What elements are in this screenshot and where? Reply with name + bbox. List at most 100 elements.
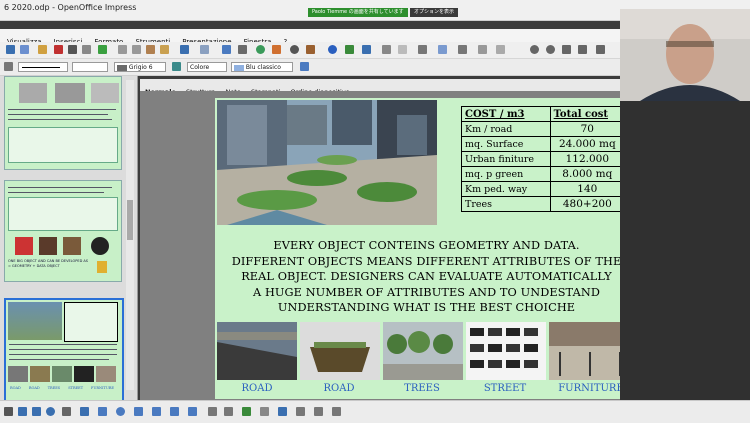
stars-icon[interactable] bbox=[188, 407, 197, 416]
help-icon[interactable] bbox=[328, 45, 337, 54]
notes-view-icon[interactable] bbox=[458, 45, 467, 54]
thumb-image bbox=[52, 366, 72, 382]
rotate-icon[interactable] bbox=[296, 407, 305, 416]
hyperlink-icon[interactable] bbox=[306, 45, 315, 54]
line-icon[interactable] bbox=[4, 62, 13, 71]
slide-icon[interactable] bbox=[382, 45, 391, 54]
thumb-text-line bbox=[8, 109, 116, 110]
area-fill-select[interactable]: Blu classico bbox=[231, 62, 293, 72]
undo-icon[interactable] bbox=[180, 45, 189, 54]
flowchart-icon[interactable] bbox=[152, 407, 161, 416]
slides-pane: ONE BIG OBJECT AND CAN BE DEVELOPED AS =… bbox=[0, 76, 138, 402]
cost-table: COST / m3 Total cost Km / road 70 mq. Su… bbox=[461, 106, 626, 212]
points-icon[interactable] bbox=[208, 407, 217, 416]
from-file-icon[interactable] bbox=[260, 407, 269, 416]
line-color-select[interactable]: Grigio 6 bbox=[114, 62, 166, 72]
share-options-button[interactable]: オプションを表示 bbox=[410, 8, 459, 17]
shadow-icon[interactable] bbox=[300, 62, 309, 71]
caption-street: STREET bbox=[483, 383, 527, 394]
scrollbar-thumb[interactable] bbox=[127, 200, 133, 240]
slides-pane-scrollbar[interactable] bbox=[126, 80, 134, 390]
navigator-icon[interactable] bbox=[256, 45, 265, 54]
cost-table-label: Urban finiture bbox=[461, 151, 551, 167]
area-style-label: Colore bbox=[190, 64, 210, 71]
gallery-icon[interactable] bbox=[272, 45, 281, 54]
city-square-photo bbox=[217, 100, 437, 225]
rectangle-tool-icon[interactable] bbox=[32, 407, 41, 416]
zoom-in-icon[interactable] bbox=[530, 45, 539, 54]
screen-share-banner: Paolo Tiemme の画面を共有しています bbox=[308, 8, 408, 17]
paste-icon[interactable] bbox=[146, 45, 155, 54]
glue-points-icon[interactable] bbox=[224, 407, 233, 416]
cost-table-value: 8.000 mq bbox=[549, 166, 626, 182]
thumb-caption: STREET bbox=[68, 386, 84, 390]
line-tool-icon[interactable] bbox=[18, 407, 27, 416]
gallery-tool-icon[interactable] bbox=[278, 407, 287, 416]
sorter-icon[interactable] bbox=[496, 45, 505, 54]
dark-side-area bbox=[620, 101, 750, 400]
slide-thumbnail-3[interactable]: ROAD ROAD TREES STREET FURNITURE bbox=[4, 298, 124, 402]
export-pdf-icon[interactable] bbox=[54, 45, 63, 54]
presenter-webcam bbox=[620, 9, 750, 101]
zoom-out-icon[interactable] bbox=[546, 45, 555, 54]
cut-icon[interactable] bbox=[118, 45, 127, 54]
slide-design-icon[interactable] bbox=[398, 45, 407, 54]
cost-table-header: Total cost bbox=[549, 106, 626, 122]
line-color-label: Grigio 6 bbox=[128, 64, 153, 71]
print-icon[interactable] bbox=[68, 45, 77, 54]
text-tool-icon[interactable] bbox=[62, 407, 71, 416]
area-icon[interactable] bbox=[172, 62, 181, 71]
basic-shapes-icon[interactable] bbox=[98, 407, 107, 416]
fontwork-icon[interactable] bbox=[242, 407, 251, 416]
thumb-image bbox=[55, 83, 85, 103]
spellcheck-icon[interactable] bbox=[98, 45, 107, 54]
area-fill-swatch bbox=[234, 64, 244, 71]
ellipse-tool-icon[interactable] bbox=[46, 407, 55, 416]
cost-table-label: Trees bbox=[461, 196, 551, 212]
slide-layout-icon[interactable] bbox=[345, 45, 354, 54]
arrange-icon[interactable] bbox=[332, 407, 341, 416]
draw-functions-icon[interactable] bbox=[290, 45, 299, 54]
master-view-icon[interactable] bbox=[418, 45, 427, 54]
start-presentation-icon[interactable] bbox=[362, 45, 371, 54]
thumb-image bbox=[96, 366, 116, 382]
thumb-image bbox=[19, 83, 47, 103]
connector-icon[interactable] bbox=[80, 407, 89, 416]
line-width-field[interactable] bbox=[72, 62, 108, 72]
zoom-width-icon[interactable] bbox=[578, 45, 587, 54]
cost-table-label: Km / road bbox=[461, 121, 551, 137]
slide-thumbnail-1[interactable] bbox=[4, 76, 122, 170]
alignment-icon[interactable] bbox=[314, 407, 323, 416]
redo-icon[interactable] bbox=[200, 45, 209, 54]
thumb-image bbox=[39, 237, 57, 255]
edit-file-icon[interactable] bbox=[38, 45, 47, 54]
slide-canvas[interactable]: COST / m3 Total cost Km / road 70 mq. Su… bbox=[215, 98, 638, 399]
symbol-shapes-icon[interactable] bbox=[116, 407, 125, 416]
email-icon[interactable] bbox=[20, 45, 29, 54]
area-style-select[interactable]: Colore bbox=[187, 62, 227, 72]
cost-table-value: 24.000 mq bbox=[549, 136, 626, 152]
thumb-clock-image bbox=[91, 237, 109, 255]
thumb-text-line bbox=[8, 192, 104, 193]
select-arrow-icon[interactable] bbox=[4, 407, 13, 416]
chart-icon[interactable] bbox=[222, 45, 231, 54]
furniture-image bbox=[549, 322, 629, 380]
zoom-optimal-icon[interactable] bbox=[596, 45, 605, 54]
print-preview-icon[interactable] bbox=[82, 45, 91, 54]
block-arrows-icon[interactable] bbox=[134, 407, 143, 416]
slide-thumbnail-2[interactable]: ONE BIG OBJECT AND CAN BE DEVELOPED AS =… bbox=[4, 180, 122, 282]
standard-toolbar bbox=[0, 42, 620, 59]
thumb-text-line bbox=[8, 119, 112, 120]
format-paintbrush-icon[interactable] bbox=[160, 45, 169, 54]
handout-icon[interactable] bbox=[478, 45, 487, 54]
outline-view-icon[interactable] bbox=[438, 45, 447, 54]
cost-table-value: 70 bbox=[549, 121, 626, 137]
body-line: REAL OBJECT. DESIGNERS CAN EVALUATE AUTO… bbox=[241, 270, 612, 283]
callouts-icon[interactable] bbox=[170, 407, 179, 416]
zoom-page-icon[interactable] bbox=[562, 45, 571, 54]
table-icon[interactable] bbox=[238, 45, 247, 54]
thumb-image bbox=[91, 83, 119, 103]
save-icon[interactable] bbox=[6, 45, 15, 54]
copy-icon[interactable] bbox=[132, 45, 141, 54]
line-style-select[interactable] bbox=[18, 62, 68, 72]
